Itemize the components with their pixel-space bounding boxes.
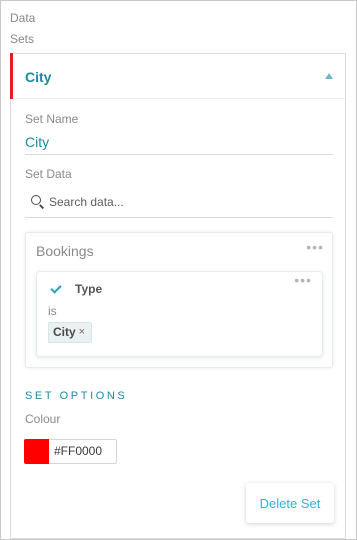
set-data-search [25, 188, 333, 218]
set-data-label: Set Data [25, 167, 72, 181]
filter-menu-icon[interactable]: ••• [294, 273, 312, 287]
data-set-header[interactable]: City [10, 53, 345, 99]
set-name-label: Set Name [25, 112, 79, 126]
set-colour-indicator [10, 53, 13, 99]
data-set-panel: City Set Name City Set Data Bookings •••… [10, 53, 346, 539]
colour-label: Colour [25, 412, 61, 426]
filter-card: ••• Type is City × [36, 271, 323, 357]
bookings-title: Bookings [36, 243, 94, 259]
set-name-underline [25, 154, 333, 155]
check-icon [50, 282, 62, 294]
breadcrumb-sets[interactable]: Sets [10, 32, 34, 46]
breadcrumb-data[interactable]: Data [10, 11, 35, 25]
data-sets-panel-frame: Data Sets City Set Name City Set Data Bo… [0, 0, 357, 540]
chip-label: City [53, 325, 76, 339]
filter-value-chip: City × [48, 322, 93, 343]
set-options-heading: SET OPTIONS [25, 390, 128, 402]
delete-set-button[interactable]: Delete Set [246, 483, 334, 523]
chip-remove-icon[interactable]: × [79, 323, 85, 342]
collapse-caret-icon[interactable] [325, 73, 333, 79]
set-name-field[interactable]: City [25, 134, 49, 150]
colour-hex-field[interactable]: #FF0000 [49, 439, 117, 464]
search-icon [31, 195, 41, 205]
filter-operator: is [48, 304, 57, 318]
search-input[interactable] [49, 193, 319, 211]
bookings-menu-icon[interactable]: ••• [306, 240, 324, 254]
colour-swatch[interactable] [24, 439, 49, 464]
bookings-card: Bookings ••• ••• Type is City × [25, 232, 333, 368]
data-set-title: City [25, 69, 52, 85]
filter-field-name: Type [75, 282, 103, 296]
